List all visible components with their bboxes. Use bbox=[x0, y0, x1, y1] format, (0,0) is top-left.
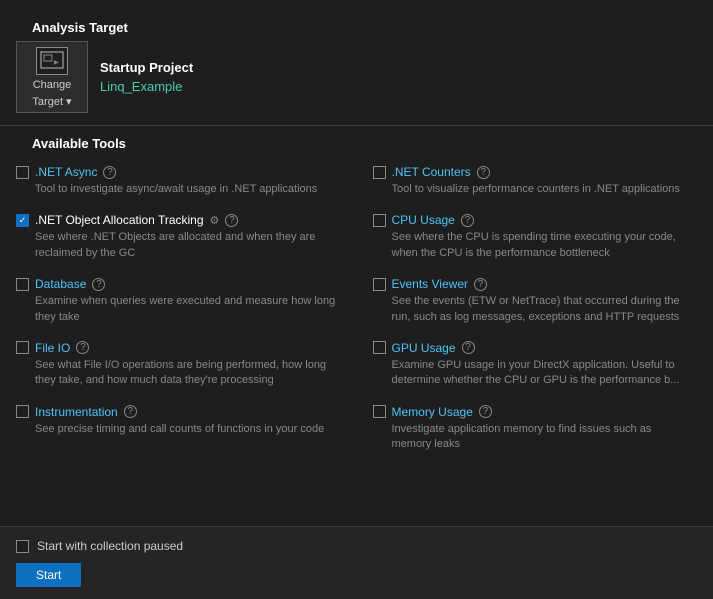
available-tools-title: Available Tools bbox=[16, 126, 697, 157]
project-name: Linq_Example bbox=[100, 79, 193, 94]
tool-instrumentation-header: Instrumentation ? bbox=[16, 405, 341, 419]
tool-gpu-usage-header: GPU Usage ? bbox=[373, 341, 682, 355]
target-icon: ▶ bbox=[36, 47, 68, 75]
tool-database-name: Database bbox=[35, 277, 86, 291]
tool-net-counters-info-icon[interactable]: ? bbox=[477, 166, 490, 179]
tools-left-col: .NET Async ? Tool to investigate async/a… bbox=[16, 157, 357, 461]
tool-gpu-usage-info-icon[interactable]: ? bbox=[462, 341, 475, 354]
tools-grid: .NET Async ? Tool to investigate async/a… bbox=[16, 157, 697, 461]
target-info: Startup Project Linq_Example bbox=[100, 60, 193, 94]
tool-net-object-allocation-info-icon[interactable]: ? bbox=[225, 214, 238, 227]
tool-cpu-usage-info-icon[interactable]: ? bbox=[461, 214, 474, 227]
tool-file-io-header: File IO ? bbox=[16, 341, 341, 355]
svg-text:▶: ▶ bbox=[54, 60, 59, 66]
tool-net-object-allocation-header: .NET Object Allocation Tracking ⚙ ? bbox=[16, 213, 341, 227]
tool-events-viewer-desc: See the events (ETW or NetTrace) that oc… bbox=[392, 294, 682, 325]
tool-events-viewer-header: Events Viewer ? bbox=[373, 277, 682, 291]
change-label: Change bbox=[33, 79, 72, 91]
tool-file-io-desc: See what File I/O operations are being p… bbox=[35, 358, 341, 389]
collection-row: Start with collection paused bbox=[16, 539, 697, 553]
tool-gpu-usage-name: GPU Usage bbox=[392, 341, 456, 355]
target-row: ▶ Change Target ▾ Startup Project Linq_E… bbox=[16, 41, 697, 113]
tool-net-object-allocation-name: .NET Object Allocation Tracking bbox=[35, 213, 204, 227]
tool-database-checkbox[interactable] bbox=[16, 278, 29, 291]
tool-events-viewer-info-icon[interactable]: ? bbox=[474, 278, 487, 291]
target-dropdown-label: Target ▾ bbox=[32, 95, 71, 108]
tool-database-desc: Examine when queries were executed and m… bbox=[35, 294, 341, 325]
tool-memory-usage-info-icon[interactable]: ? bbox=[479, 405, 492, 418]
tool-database: Database ? Examine when queries were exe… bbox=[16, 269, 357, 333]
startup-project-label: Startup Project bbox=[100, 60, 193, 75]
tool-database-info-icon[interactable]: ? bbox=[92, 278, 105, 291]
tool-instrumentation-desc: See precise timing and call counts of fu… bbox=[35, 422, 341, 437]
bottom-section: Start with collection paused Start bbox=[0, 526, 713, 599]
tool-net-object-allocation-checkbox[interactable] bbox=[16, 214, 29, 227]
tool-net-async-checkbox[interactable] bbox=[16, 166, 29, 179]
tool-database-header: Database ? bbox=[16, 277, 341, 291]
tool-gpu-usage-desc: Examine GPU usage in your DirectX applic… bbox=[392, 358, 682, 389]
tool-file-io-info-icon[interactable]: ? bbox=[76, 341, 89, 354]
tool-net-async-desc: Tool to investigate async/await usage in… bbox=[35, 182, 341, 197]
tool-memory-usage-desc: Investigate application memory to find i… bbox=[392, 422, 682, 453]
collection-paused-checkbox[interactable] bbox=[16, 540, 29, 553]
tool-net-async-header: .NET Async ? bbox=[16, 165, 341, 179]
change-target-button[interactable]: ▶ Change Target ▾ bbox=[16, 41, 88, 113]
tool-events-viewer-name: Events Viewer bbox=[392, 277, 468, 291]
tool-net-object-allocation: .NET Object Allocation Tracking ⚙ ? See … bbox=[16, 205, 357, 269]
collection-paused-label: Start with collection paused bbox=[37, 539, 183, 553]
tool-memory-usage-header: Memory Usage ? bbox=[373, 405, 682, 419]
tools-right-col: .NET Counters ? Tool to visualize perfor… bbox=[357, 157, 698, 461]
tool-cpu-usage-desc: See where the CPU is spending time execu… bbox=[392, 230, 682, 261]
analysis-target-section: Analysis Target ▶ Change Target ▾ Startu… bbox=[0, 0, 713, 125]
tool-memory-usage: Memory Usage ? Investigate application m… bbox=[357, 397, 698, 461]
analysis-target-title: Analysis Target bbox=[16, 10, 697, 41]
tool-instrumentation-checkbox[interactable] bbox=[16, 405, 29, 418]
tool-net-async-info-icon[interactable]: ? bbox=[103, 166, 116, 179]
tool-net-object-allocation-desc: See where .NET Objects are allocated and… bbox=[35, 230, 341, 261]
start-button[interactable]: Start bbox=[16, 563, 81, 587]
tool-instrumentation: Instrumentation ? See precise timing and… bbox=[16, 397, 357, 445]
tool-cpu-usage-name: CPU Usage bbox=[392, 213, 455, 227]
tool-memory-usage-checkbox[interactable] bbox=[373, 405, 386, 418]
tool-gpu-usage: GPU Usage ? Examine GPU usage in your Di… bbox=[357, 333, 698, 397]
tool-cpu-usage-checkbox[interactable] bbox=[373, 214, 386, 227]
tool-memory-usage-name: Memory Usage bbox=[392, 405, 473, 419]
tool-net-async: .NET Async ? Tool to investigate async/a… bbox=[16, 157, 357, 205]
tool-instrumentation-info-icon[interactable]: ? bbox=[124, 405, 137, 418]
tool-net-counters: .NET Counters ? Tool to visualize perfor… bbox=[357, 157, 698, 205]
tool-events-viewer: Events Viewer ? See the events (ETW or N… bbox=[357, 269, 698, 333]
tool-instrumentation-name: Instrumentation bbox=[35, 405, 118, 419]
tool-gpu-usage-checkbox[interactable] bbox=[373, 341, 386, 354]
tool-file-io: File IO ? See what File I/O operations a… bbox=[16, 333, 357, 397]
available-tools-section: Available Tools .NET Async ? Tool to inv… bbox=[0, 126, 713, 469]
tool-cpu-usage-header: CPU Usage ? bbox=[373, 213, 682, 227]
tool-net-counters-desc: Tool to visualize performance counters i… bbox=[392, 182, 682, 197]
tool-events-viewer-checkbox[interactable] bbox=[373, 278, 386, 291]
tool-net-counters-checkbox[interactable] bbox=[373, 166, 386, 179]
tool-file-io-name: File IO bbox=[35, 341, 70, 355]
tool-net-counters-header: .NET Counters ? bbox=[373, 165, 682, 179]
tool-net-counters-name: .NET Counters bbox=[392, 165, 471, 179]
tool-net-async-name: .NET Async bbox=[35, 165, 97, 179]
tool-file-io-checkbox[interactable] bbox=[16, 341, 29, 354]
tool-net-object-allocation-gear-icon[interactable]: ⚙ bbox=[210, 214, 220, 227]
tool-cpu-usage: CPU Usage ? See where the CPU is spendin… bbox=[357, 205, 698, 269]
